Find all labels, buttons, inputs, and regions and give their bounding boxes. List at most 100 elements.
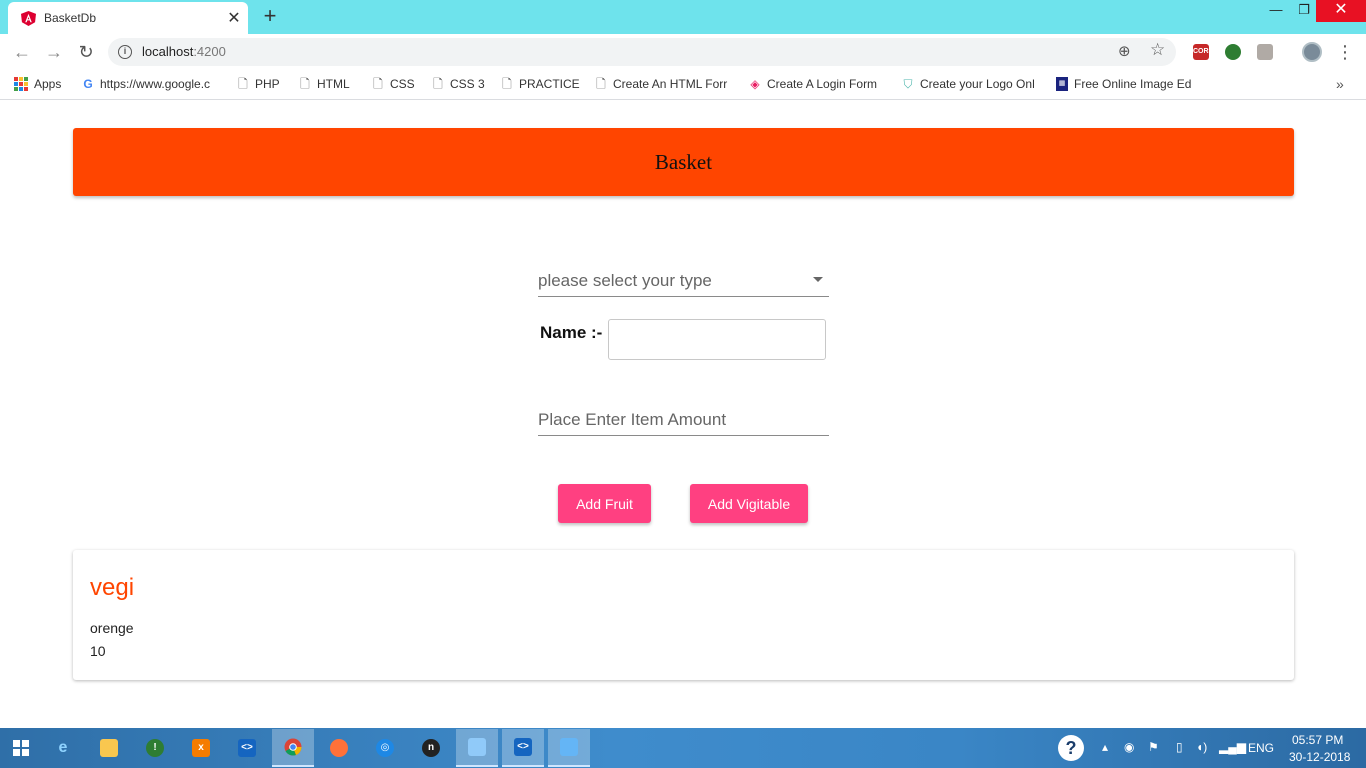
bookmark-html-form[interactable]: 🗋 Create An HTML Forr bbox=[595, 77, 727, 91]
node-icon: n bbox=[422, 739, 440, 757]
type-select-placeholder: please select your type bbox=[538, 271, 712, 290]
app-header: Basket bbox=[73, 128, 1294, 196]
bookmark-label: PHP bbox=[255, 77, 280, 91]
vscode-icon: <> bbox=[514, 738, 532, 756]
taskbar-firefox[interactable] bbox=[318, 729, 360, 767]
bookmark-label: Create An HTML Forr bbox=[613, 77, 728, 91]
bookmark-label: CSS bbox=[390, 77, 415, 91]
url-port: :4200 bbox=[193, 44, 226, 59]
app-window-icon bbox=[560, 738, 578, 756]
help-icon[interactable]: ? bbox=[1058, 735, 1084, 761]
apps-grid-icon bbox=[14, 77, 28, 91]
volume-icon[interactable]: ◖) bbox=[1196, 740, 1207, 754]
flag-icon[interactable]: ⚑ bbox=[1148, 740, 1159, 754]
bookmark-label: Create A Login Form bbox=[767, 77, 878, 91]
window-close-icon[interactable]: ✕ bbox=[1316, 0, 1366, 22]
taskbar-app-green[interactable]: ! bbox=[134, 729, 176, 767]
bookmark-image-editor[interactable]: ▦ Free Online Image Ed bbox=[1056, 77, 1191, 91]
input-language[interactable]: ENG bbox=[1248, 741, 1274, 755]
bookmark-logo[interactable]: ⛉ Create your Logo Onl bbox=[902, 77, 1035, 91]
bookmarks-bar: Apps G https://www.google.c 🗋 PHP 🗋 HTML… bbox=[0, 70, 1366, 100]
bookmark-label: PRACTICE bbox=[519, 77, 580, 91]
bookmark-label: HTML bbox=[317, 77, 350, 91]
folder-icon bbox=[100, 739, 118, 757]
card-title: vegi bbox=[90, 574, 135, 601]
page-icon: 🗋 bbox=[300, 77, 310, 91]
taskbar-vscode-2[interactable]: <> bbox=[502, 729, 544, 767]
bookmark-html[interactable]: 🗋 HTML bbox=[299, 77, 350, 91]
network-globe-icon[interactable]: ◉ bbox=[1124, 740, 1134, 754]
bookmark-label: CSS 3 bbox=[450, 77, 485, 91]
browser-tab[interactable]: BasketDb ✕ bbox=[8, 2, 248, 34]
internet-explorer-icon: e bbox=[58, 739, 68, 756]
wifi-signal-icon[interactable]: ▂▄▆ bbox=[1219, 740, 1246, 754]
page-title: Basket bbox=[654, 149, 713, 174]
app-icon: ◎ bbox=[376, 739, 394, 757]
chrome-icon bbox=[284, 738, 302, 756]
bookmark-login-form[interactable]: ◈ Create A Login Form bbox=[749, 77, 877, 91]
site-info-icon[interactable]: i bbox=[118, 45, 132, 59]
browser-toolbar: ← → ↻ i localhost:4200 ⊕ ☆ CORS ⋮ bbox=[0, 34, 1366, 70]
taskbar-xampp[interactable]: x bbox=[180, 729, 222, 767]
url-host: localhost bbox=[142, 44, 194, 59]
bookmark-css[interactable]: 🗋 CSS bbox=[372, 77, 415, 91]
cors-extension-icon[interactable]: CORS bbox=[1193, 44, 1213, 60]
taskbar-vscode[interactable]: <> bbox=[226, 729, 268, 767]
google-icon: G bbox=[83, 77, 93, 91]
browser-menu-icon[interactable]: ⋮ bbox=[1336, 40, 1354, 64]
globe-extension-icon[interactable] bbox=[1225, 44, 1241, 60]
bookmark-google[interactable]: G https://www.google.c bbox=[82, 77, 210, 91]
profile-avatar[interactable] bbox=[1302, 42, 1322, 62]
start-button[interactable] bbox=[0, 729, 42, 767]
notepad-icon bbox=[468, 738, 486, 756]
add-vegetable-button[interactable]: Add Vigitable bbox=[690, 484, 808, 523]
xampp-icon: x bbox=[192, 739, 210, 757]
bookmark-php[interactable]: 🗋 PHP bbox=[237, 77, 280, 91]
taskbar-chrome[interactable] bbox=[272, 729, 314, 767]
page-icon: 🗋 bbox=[502, 77, 512, 91]
bookmark-label: Free Online Image Ed bbox=[1074, 77, 1192, 91]
pdf-extension-icon[interactable] bbox=[1257, 44, 1273, 60]
reload-icon[interactable]: ↻ bbox=[74, 40, 98, 64]
taskbar-explorer[interactable] bbox=[88, 729, 130, 767]
clock-date[interactable]: 30-12-2018 bbox=[1289, 750, 1350, 764]
firefox-icon bbox=[330, 739, 348, 757]
forward-arrow-icon[interactable]: → bbox=[42, 40, 66, 64]
tab-close-icon[interactable]: ✕ bbox=[226, 8, 242, 28]
taskbar-node[interactable]: n bbox=[410, 729, 452, 767]
page-icon: 🗋 bbox=[596, 77, 606, 91]
bookmark-star-icon[interactable]: ☆ bbox=[1150, 40, 1165, 60]
chevron-down-icon bbox=[813, 277, 823, 282]
bookmark-css3[interactable]: 🗋 CSS 3 bbox=[432, 77, 485, 91]
taskbar-notepad[interactable] bbox=[456, 729, 498, 767]
tray-expand-icon[interactable]: ▴ bbox=[1102, 740, 1108, 754]
add-fruit-button[interactable]: Add Fruit bbox=[558, 484, 651, 523]
amount-input[interactable]: Place Enter Item Amount bbox=[538, 405, 829, 436]
new-tab-button[interactable]: + bbox=[260, 4, 280, 28]
card-item-amount: 10 bbox=[90, 643, 106, 659]
name-input[interactable] bbox=[608, 319, 826, 360]
card-item-name: orenge bbox=[90, 620, 134, 636]
clock-time[interactable]: 05:57 PM bbox=[1292, 733, 1343, 747]
battery-icon[interactable]: ▯ bbox=[1176, 740, 1183, 754]
image-editor-icon: ▦ bbox=[1056, 77, 1068, 91]
address-bar[interactable]: i localhost:4200 ⊕ ☆ bbox=[108, 38, 1176, 66]
name-label: Name :- bbox=[540, 323, 603, 342]
bookmarks-more-icon[interactable]: » bbox=[1336, 76, 1344, 92]
item-card: vegi orenge 10 bbox=[73, 550, 1294, 680]
type-select[interactable]: please select your type bbox=[538, 266, 829, 297]
taskbar-app-blue[interactable]: ◎ bbox=[364, 729, 406, 767]
cors-extension-label: CORS bbox=[1193, 48, 1214, 55]
bookmark-practice[interactable]: 🗋 PRACTICE bbox=[501, 77, 580, 91]
page-icon: 🗋 bbox=[238, 77, 248, 91]
url-text: localhost:4200 bbox=[142, 44, 226, 59]
vscode-icon: <> bbox=[238, 739, 256, 757]
bookmark-label: https://www.google.c bbox=[100, 77, 211, 91]
taskbar-app-window[interactable] bbox=[548, 729, 590, 767]
zoom-icon[interactable]: ⊕ bbox=[1118, 42, 1131, 60]
bookmark-label: Create your Logo Onl bbox=[920, 77, 1035, 91]
taskbar-ie[interactable]: e bbox=[42, 729, 84, 767]
bookmark-apps[interactable]: Apps bbox=[14, 77, 61, 91]
back-arrow-icon[interactable]: ← bbox=[10, 40, 34, 64]
windows-taskbar: e ! x <> ◎ n <> ? ▴ ◉ ⚑ ▯ ◖) ▂▄▆ ENG 05:… bbox=[0, 728, 1366, 768]
